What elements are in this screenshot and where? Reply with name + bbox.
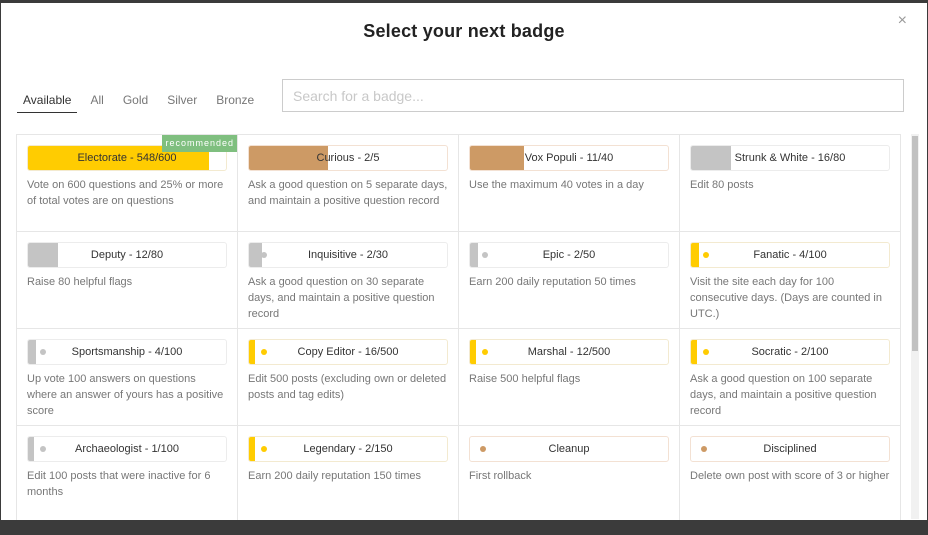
badge-filter-tabs: Available All Gold Silver Bronze — [17, 91, 267, 113]
badge-description: Vote on 600 questions and 25% or more of… — [27, 179, 224, 207]
badge-description: First rollback — [469, 470, 532, 482]
close-icon[interactable]: × — [898, 13, 907, 29]
badge-progress-button[interactable]: Deputy - 12/80 — [27, 242, 227, 268]
badge-card: Fanatic - 4/100 Visit the site each day f… — [680, 232, 901, 329]
badge-description: Raise 80 helpful flags — [27, 276, 133, 288]
badge-description: Use the maximum 40 votes in a day — [469, 179, 644, 191]
badge-description: Ask a good question on 30 separate days,… — [248, 276, 435, 320]
badge-card: Cleanup First rollback — [459, 426, 680, 520]
badge-label: Inquisitive - 2/30 — [307, 249, 389, 261]
badge-label: Curious - 2/5 — [316, 152, 380, 164]
badge-label: Copy Editor - 16/500 — [297, 346, 399, 358]
tab-all[interactable]: All — [84, 91, 109, 113]
badge-description: Up vote 100 answers on questions where a… — [27, 373, 224, 417]
badge-progress-button[interactable]: Fanatic - 4/100 — [690, 242, 890, 268]
badge-description: Delete own post with score of 3 or highe… — [690, 470, 890, 482]
badge-description: Earn 200 daily reputation 150 times — [248, 470, 422, 482]
badge-description: Edit 80 posts — [690, 179, 754, 191]
badge-card: Marshal - 12/500 Raise 500 helpful flags — [459, 329, 680, 426]
badge-progress-button[interactable]: Epic - 2/50 — [469, 242, 669, 268]
badge-label: Sportsmanship - 4/100 — [71, 346, 183, 358]
badge-progress-button[interactable]: Copy Editor - 16/500 — [248, 339, 448, 365]
badge-card: Epic - 2/50 Earn 200 daily reputation 50 … — [459, 232, 680, 329]
badge-progress-button[interactable]: Marshal - 12/500 — [469, 339, 669, 365]
badge-label: Socratic - 2/100 — [751, 346, 829, 358]
badge-description: Visit the site each day for 100 consecut… — [690, 276, 882, 320]
badge-description: Edit 100 posts that were inactive for 6 … — [27, 470, 211, 498]
badge-progress-button[interactable]: Socratic - 2/100 — [690, 339, 890, 365]
badge-label: Fanatic - 4/100 — [753, 249, 827, 261]
badge-label: Vox Populi - 11/40 — [524, 152, 614, 164]
badge-progress-button[interactable]: Sportsmanship - 4/100 — [27, 339, 227, 365]
badge-progress-button[interactable]: Strunk & White - 16/80 — [690, 145, 890, 171]
badge-label: Legendary - 2/150 — [303, 443, 393, 455]
badge-description: Ask a good question on 5 separate days, … — [248, 179, 448, 207]
badge-card: Disciplined Delete own post with score of… — [680, 426, 901, 520]
badge-progress-button[interactable]: Vox Populi - 11/40 — [469, 145, 669, 171]
badge-card: Copy Editor - 16/500 Edit 500 posts (excl… — [238, 329, 459, 426]
recommended-badge: recommended — [162, 135, 237, 152]
tab-bronze[interactable]: Bronze — [210, 91, 260, 113]
badge-label: Marshal - 12/500 — [527, 346, 611, 358]
badge-card: Sportsmanship - 4/100 Up vote 100 answers… — [17, 329, 238, 426]
tab-silver[interactable]: Silver — [161, 91, 203, 113]
badge-label: Archaeologist - 1/100 — [75, 443, 179, 455]
badge-card: Vox Populi - 11/40 Use the maximum 40 vot… — [459, 135, 680, 232]
badge-progress-button[interactable]: Cleanup — [469, 436, 669, 462]
scrollbar[interactable] — [911, 134, 919, 519]
badge-search-input[interactable] — [282, 79, 904, 112]
badge-grid: Electorate - 548/600 recommended Vote on 6… — [16, 134, 901, 520]
badge-card: Electorate - 548/600 recommended Vote on 6… — [17, 135, 238, 232]
badge-card: Inquisitive - 2/30 Ask a good question on… — [238, 232, 459, 329]
badge-card: Socratic - 2/100 Ask a good question on 1… — [680, 329, 901, 426]
scrollbar-thumb[interactable] — [912, 136, 918, 351]
badge-description: Edit 500 posts (excluding own or deleted… — [248, 373, 447, 401]
badge-label: Disciplined — [763, 443, 817, 455]
badge-progress-button[interactable]: Disciplined — [690, 436, 890, 462]
badge-progress-button[interactable]: Curious - 2/5 — [248, 145, 448, 171]
badge-progress-button[interactable]: Inquisitive - 2/30 — [248, 242, 448, 268]
badge-description: Earn 200 daily reputation 50 times — [469, 276, 636, 288]
badge-selection-modal: Select your next badge × Available All G… — [1, 3, 927, 520]
badge-label: Epic - 2/50 — [542, 249, 596, 261]
badge-card: Legendary - 2/150 Earn 200 daily reputati… — [238, 426, 459, 520]
modal-title: Select your next badge — [363, 21, 565, 41]
badge-progress-button[interactable]: Legendary - 2/150 — [248, 436, 448, 462]
badge-description: Raise 500 helpful flags — [469, 373, 581, 385]
badge-card: Deputy - 12/80 Raise 80 helpful flags — [17, 232, 238, 329]
badge-label: Deputy - 12/80 — [90, 249, 164, 261]
badge-card: Strunk & White - 16/80 Edit 80 posts — [680, 135, 901, 232]
tab-available[interactable]: Available — [17, 91, 78, 113]
badge-progress-button[interactable]: Archaeologist - 1/100 — [27, 436, 227, 462]
badge-label: Strunk & White - 16/80 — [734, 152, 846, 164]
badge-label: Cleanup — [548, 443, 590, 455]
badge-card: Archaeologist - 1/100 Edit 100 posts that… — [17, 426, 238, 520]
badge-description: Ask a good question on 100 separate days… — [690, 373, 877, 417]
tab-gold[interactable]: Gold — [117, 91, 154, 113]
badge-card: Curious - 2/5 Ask a good question on 5 se… — [238, 135, 459, 232]
